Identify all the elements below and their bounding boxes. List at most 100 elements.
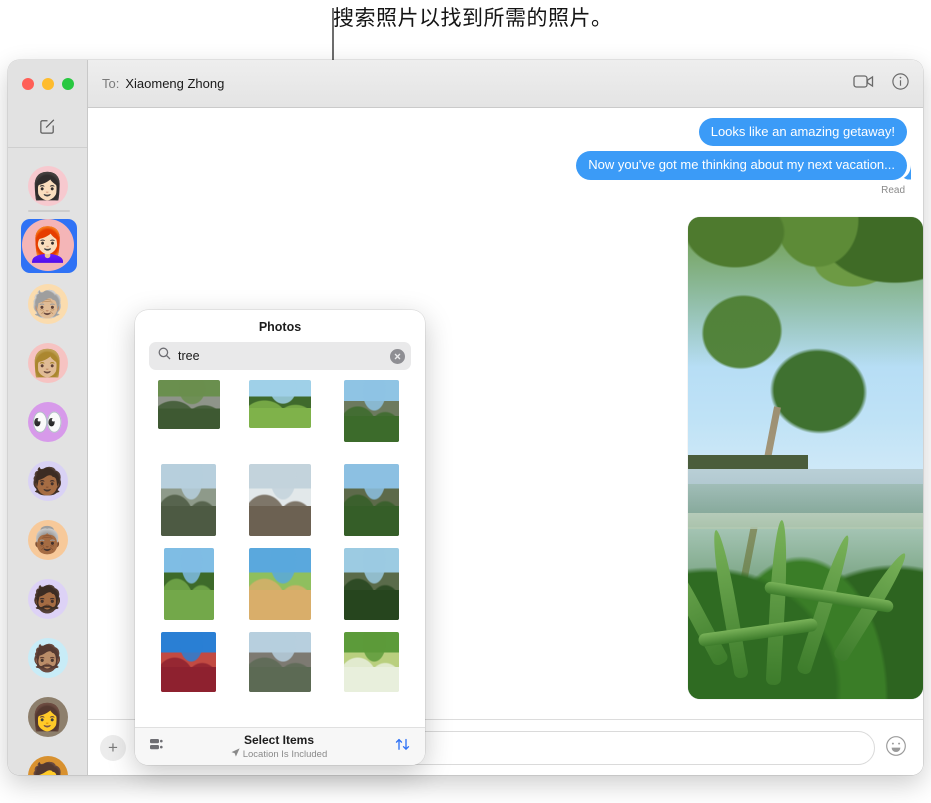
conversation-item[interactable]: 🧑🏾 (8, 451, 87, 510)
photo-thumbnail-detail (248, 548, 311, 620)
photo-thumbnail-cell[interactable] (240, 380, 319, 454)
photo-thumbnail[interactable] (248, 464, 311, 536)
photo-thumbnail-detail (248, 380, 311, 428)
conversation-item[interactable]: 🧔🏾 (8, 569, 87, 628)
photo-thumbnail-cell[interactable] (149, 464, 228, 538)
conversation-item[interactable]: 👩🏼 (8, 333, 87, 392)
conversation-item[interactable]: 👵🏾 (8, 510, 87, 569)
photo-thumbnail[interactable] (343, 464, 399, 536)
conversation-titlebar: To: Xiaomeng Zhong (88, 60, 923, 108)
photo-thumbnail-detail (343, 548, 399, 620)
photo-thumbnail-cell[interactable] (240, 464, 319, 538)
conversation-item[interactable]: 🧓🏼 (8, 274, 87, 333)
avatar: 🧑 (27, 755, 68, 775)
photo-thumbnail[interactable] (248, 632, 311, 692)
avatar: 🧔🏾 (27, 578, 68, 619)
photo-thumbnail-cell[interactable] (149, 632, 228, 706)
photo-thumbnail-cell[interactable] (332, 632, 411, 706)
photo-thumbnail-cell[interactable] (240, 632, 319, 706)
photos-grid[interactable] (135, 380, 425, 725)
photos-popover: Photos tree Select Items Location Is Inc… (135, 310, 425, 765)
photo-thumbnail-detail (343, 464, 399, 536)
avatar: 👩 (27, 696, 68, 737)
avatar: 🧔🏽 (27, 637, 68, 678)
minimize-button[interactable] (42, 78, 54, 90)
conversation-item[interactable]: 👩🏻‍🦰 (8, 210, 87, 274)
location-included-label: Location Is Included (242, 748, 328, 760)
photo-thumbnail-detail (343, 632, 399, 692)
close-button[interactable] (22, 78, 34, 90)
location-included-row: Location Is Included (164, 748, 394, 760)
avatar: 👩🏻‍🦰 (21, 218, 74, 271)
conversation-item[interactable]: 👩🏻 (8, 156, 87, 215)
clear-circle-icon[interactable] (390, 348, 405, 364)
annotation-callout-text: 搜索照片以找到所需的照片。 (333, 7, 613, 30)
photo-thumbnail-detail (248, 632, 311, 692)
location-arrow-icon (231, 748, 240, 760)
video-camera-icon[interactable] (853, 74, 874, 94)
sort-arrows-icon[interactable] (394, 736, 411, 758)
photo-foliage (688, 484, 923, 699)
compose-row[interactable] (8, 108, 87, 148)
avatar: 🧓🏼 (27, 283, 68, 324)
recipient-name[interactable]: Xiaomeng Zhong (125, 76, 224, 91)
compose-icon[interactable] (38, 116, 57, 140)
photo-thumbnail[interactable] (163, 548, 214, 620)
photo-thumbnail[interactable] (161, 632, 217, 692)
select-items-label[interactable]: Select Items (164, 733, 394, 747)
photo-thumbnail-detail (343, 380, 399, 442)
photo-thumbnail[interactable] (343, 548, 399, 620)
zoom-button[interactable] (62, 78, 74, 90)
photos-search-value[interactable]: tree (178, 349, 383, 363)
photo-thumbnail[interactable] (161, 464, 217, 536)
screenshot-root: 搜索照片以找到所需的照片。 � (0, 0, 931, 803)
photo-thumbnail[interactable] (157, 380, 220, 429)
conversation-item[interactable]: 👩 (8, 687, 87, 746)
to-label: To: (102, 76, 120, 91)
photos-popover-title: Photos (258, 320, 302, 334)
conversation-item[interactable]: 👀 (8, 392, 87, 451)
avatar: 👀 (27, 401, 68, 442)
photo-thumbnail-detail (157, 380, 220, 429)
photo-thumbnail-detail (161, 632, 217, 692)
photo-thumbnail-cell[interactable] (332, 380, 411, 454)
list-separator (28, 210, 70, 212)
photo-palm-center (737, 329, 899, 465)
photo-thumbnail-detail (248, 464, 311, 536)
photo-thumbnail-cell[interactable] (332, 548, 411, 622)
read-receipt: Read (881, 184, 905, 196)
photo-thumbnail[interactable] (248, 548, 311, 620)
conversation-sidebar: 👩🏻 👩🏻‍🦰 🧓🏼 👩🏼 👀 🧑🏾 👵🏾 🧔🏾 🧔🏽 👩 🧑 (8, 60, 88, 775)
photos-search-field[interactable]: tree (149, 342, 411, 370)
avatar: 👩🏼 (27, 342, 68, 383)
avatar: 👩🏻 (27, 165, 68, 206)
photo-thumbnail[interactable] (343, 632, 399, 692)
search-icon (158, 347, 171, 365)
photo-thumbnail-cell[interactable] (149, 380, 228, 454)
message-row: Looks like an amazing getaway! (104, 118, 907, 147)
titlebar-actions (853, 72, 909, 95)
conversation-item[interactable]: 🧑 (8, 746, 87, 775)
photo-thumbnail-cell[interactable] (149, 548, 228, 622)
message-row: Now you've got me thinking about my next… (104, 151, 907, 180)
photo-thumbnail[interactable] (343, 380, 399, 442)
message-bubbles: Looks like an amazing getaway! Now you've… (104, 118, 907, 180)
plus-icon[interactable]: + (100, 734, 126, 761)
photo-thumbnail-detail (163, 548, 214, 620)
message-bubble[interactable]: Looks like an amazing getaway! (698, 118, 907, 147)
window-controls-area (8, 60, 87, 108)
photos-search-area: tree (135, 342, 425, 380)
photo-thumbnail[interactable] (248, 380, 311, 428)
conversation-item[interactable]: 🧔🏽 (8, 628, 87, 687)
photos-popover-bottom-bar: Select Items Location Is Included (135, 727, 425, 765)
info-circle-icon[interactable] (892, 72, 909, 95)
message-bubble[interactable]: Now you've got me thinking about my next… (576, 151, 907, 180)
conversation-list[interactable]: 👩🏻 👩🏻‍🦰 🧓🏼 👩🏼 👀 🧑🏾 👵🏾 🧔🏾 🧔🏽 👩 🧑 (8, 148, 87, 775)
photo-thumbnail-cell[interactable] (240, 548, 319, 622)
avatar: 👵🏾 (27, 519, 68, 560)
photo-thumbnail-cell[interactable] (332, 464, 411, 538)
traffic-lights[interactable] (8, 78, 74, 90)
smiley-icon[interactable] (885, 735, 911, 761)
sent-photo-attachment[interactable] (688, 217, 923, 699)
layout-toggle-icon[interactable] (149, 737, 164, 757)
